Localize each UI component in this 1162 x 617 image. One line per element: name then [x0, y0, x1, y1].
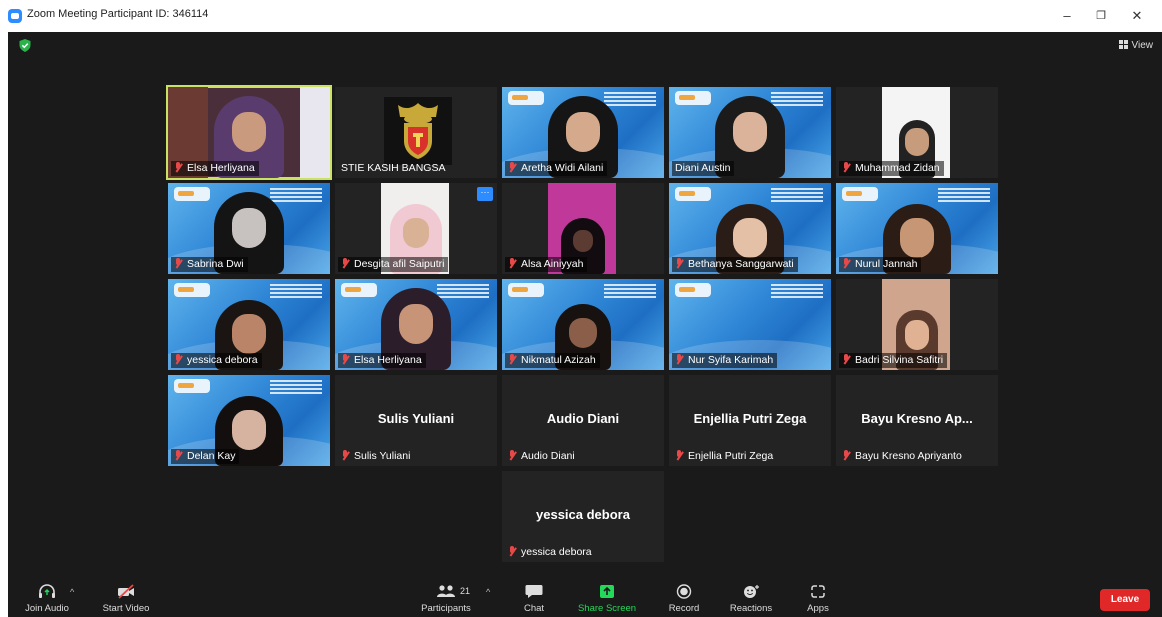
video-tile[interactable]: Nikmatul Azizah: [502, 279, 664, 370]
share-screen-icon: [600, 585, 614, 598]
participant-display-name: Audio Diani: [546, 411, 620, 426]
video-tile[interactable]: yessica debora yessica debora: [502, 471, 664, 562]
video-tile[interactable]: Elsa Herliyana: [166, 85, 332, 180]
mic-muted-icon: [675, 258, 684, 269]
mic-muted-icon: [341, 258, 350, 269]
view-label: View: [1131, 40, 1154, 51]
video-tile[interactable]: Alsa Ainiyyah: [502, 183, 664, 274]
view-button[interactable]: View: [1118, 40, 1154, 51]
participant-name-tag: Diani Austin: [672, 161, 735, 176]
participant-name-tag: Elsa Herliyana: [171, 161, 259, 176]
meeting-window: View Elsa Herliyana STIE KASIH BANGSA Ar…: [8, 32, 1162, 617]
video-tile[interactable]: Nurul Jannah: [836, 183, 998, 274]
apps-icon: [811, 585, 825, 598]
participant-name-tag: Audio Diani: [505, 449, 579, 464]
participant-name-tag: Bethanya Sanggarwati: [672, 257, 798, 272]
mic-muted-icon: [508, 162, 517, 173]
window-title: Zoom Meeting Participant ID: 346114: [27, 8, 209, 20]
participant-name-tag: Aretha Widi Ailani: [505, 161, 608, 176]
video-tile[interactable]: Audio Diani Audio Diani: [502, 375, 664, 466]
mic-muted-icon: [842, 354, 851, 365]
video-tile[interactable]: Muhammad Zidan: [836, 87, 998, 178]
mic-muted-icon: [174, 258, 183, 269]
participants-options-caret[interactable]: ^: [486, 587, 490, 597]
video-tile[interactable]: STIE KASIH BANGSA: [335, 87, 497, 178]
participant-name-tag: Sulis Yuliani: [338, 449, 414, 464]
video-tile[interactable]: Badri Silvina Safitri: [836, 279, 998, 370]
apps-button[interactable]: Apps: [798, 573, 838, 617]
video-tile[interactable]: yessica debora: [168, 279, 330, 370]
participant-name-tag: Alsa Ainiyyah: [505, 257, 588, 272]
leave-button[interactable]: Leave: [1100, 589, 1150, 611]
participant-name-tag: yessica debora: [171, 353, 262, 368]
video-tile[interactable]: Aretha Widi Ailani: [502, 87, 664, 178]
mic-muted-icon: [842, 162, 851, 173]
video-tile[interactable]: Enjellia Putri Zega Enjellia Putri Zega: [669, 375, 831, 466]
reactions-button[interactable]: Reactions: [724, 573, 778, 617]
mic-muted-icon: [341, 450, 350, 461]
more-options-button[interactable]: ···: [477, 187, 493, 201]
restore-button[interactable]: ❐: [1090, 6, 1112, 26]
close-button[interactable]: ✕: [1126, 6, 1148, 26]
chat-icon: [525, 585, 543, 598]
mic-muted-icon: [508, 258, 517, 269]
participant-name-tag: Bayu Kresno Apriyanto: [839, 449, 966, 464]
participant-display-name: Enjellia Putri Zega: [693, 411, 807, 426]
participant-name-tag: Nurul Jannah: [839, 257, 922, 272]
meeting-toolbar: Join Audio ^ Start Video Participants 21…: [8, 573, 1162, 617]
participant-name-tag: Delan Kay: [171, 449, 240, 464]
participant-display-name: Bayu Kresno Ap...: [861, 411, 973, 426]
audio-options-caret[interactable]: ^: [70, 587, 74, 597]
video-tile[interactable]: Bayu Kresno Ap... Bayu Kresno Apriyanto: [836, 375, 998, 466]
zoom-logo-icon: [8, 9, 22, 23]
mic-muted-icon: [842, 258, 851, 269]
video-tile[interactable]: Sulis Yuliani Sulis Yuliani: [335, 375, 497, 466]
mic-muted-icon: [508, 354, 517, 365]
mic-muted-icon: [508, 546, 517, 557]
video-tile[interactable]: Delan Kay: [168, 375, 330, 466]
participant-name-tag: Nur Syifa Karimah: [672, 353, 778, 368]
video-tile[interactable]: Elsa Herliyana: [335, 279, 497, 370]
video-tile[interactable]: Nur Syifa Karimah: [669, 279, 831, 370]
chat-button[interactable]: Chat: [514, 573, 554, 617]
participant-name-tag: Badri Silvina Safitri: [839, 353, 948, 368]
mic-muted-icon: [174, 450, 183, 461]
stie-kasih-bangsa-logo: [384, 97, 452, 165]
participants-count: 21: [460, 586, 471, 596]
share-screen-button[interactable]: Share Screen: [574, 573, 640, 617]
start-video-button[interactable]: Start Video: [96, 573, 156, 617]
participant-name-tag: Sabrina Dwi: [171, 257, 248, 272]
participant-name-tag: yessica debora: [505, 545, 596, 560]
participants-icon: [437, 585, 455, 597]
participant-display-name: yessica debora: [536, 507, 630, 522]
mic-muted-icon: [341, 354, 350, 365]
participant-name-tag: Desgita afil Saiputri: [338, 257, 449, 272]
mic-muted-icon: [675, 354, 684, 365]
join-audio-button[interactable]: Join Audio: [18, 573, 76, 617]
mic-muted-icon: [675, 450, 684, 461]
participant-name-tag: Nikmatul Azizah: [505, 353, 600, 368]
reactions-icon: [744, 585, 759, 598]
mic-muted-icon: [508, 450, 517, 461]
participant-display-name: Sulis Yuliani: [377, 411, 455, 426]
participant-name-tag: Enjellia Putri Zega: [672, 449, 777, 464]
headphones-icon: [39, 584, 55, 598]
participant-name-tag: Elsa Herliyana: [338, 353, 426, 368]
video-tile[interactable]: Sabrina Dwi: [168, 183, 330, 274]
participant-name-tag: STIE KASIH BANGSA: [341, 162, 446, 174]
grid-icon: [1118, 40, 1128, 49]
video-off-icon: [118, 584, 134, 599]
record-button[interactable]: Record: [662, 573, 706, 617]
shield-check-icon[interactable]: [19, 39, 31, 52]
mic-muted-icon: [174, 354, 183, 365]
record-icon: [676, 584, 692, 599]
video-tile[interactable]: Diani Austin: [669, 87, 831, 178]
minimize-button[interactable]: –: [1056, 6, 1078, 26]
video-tile[interactable]: ··· Desgita afil Saiputri: [335, 183, 497, 274]
title-bar: Zoom Meeting Participant ID: 346114 – ❐ …: [0, 0, 1162, 32]
mic-muted-icon: [174, 162, 183, 173]
video-tile[interactable]: Bethanya Sanggarwati: [669, 183, 831, 274]
participant-name-tag: Muhammad Zidan: [839, 161, 944, 176]
mic-muted-icon: [842, 450, 851, 461]
